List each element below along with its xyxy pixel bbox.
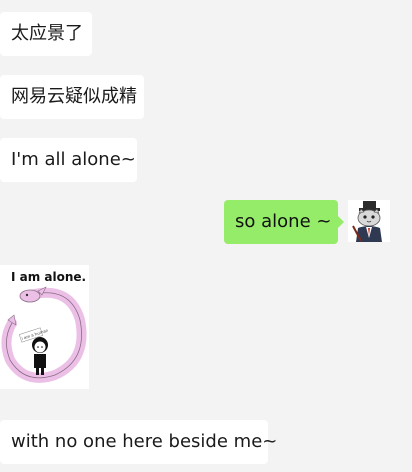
- cat-gentleman-avatar-icon: [348, 200, 390, 242]
- message-text: I'm all alone~: [11, 149, 136, 170]
- chat-message-list: 太应景了 网易云疑似成精 I'm all alone~ so alone ~ I…: [0, 0, 412, 472]
- sticker-image[interactable]: I am alone. i am a human: [0, 265, 89, 389]
- message-bubble-incoming[interactable]: 网易云疑似成精: [0, 75, 144, 119]
- message-text: so alone ~: [235, 211, 332, 232]
- message-bubble-incoming[interactable]: I'm all alone~: [0, 138, 137, 182]
- message-bubble-incoming[interactable]: 太应景了: [0, 12, 92, 56]
- message-bubble-incoming[interactable]: with no one here beside me~: [0, 420, 277, 464]
- user-avatar[interactable]: [348, 200, 390, 242]
- dragon-hugging-girl-icon: i am a human: [1, 286, 87, 383]
- message-text: 网易云疑似成精: [11, 86, 137, 107]
- message-bubble-outgoing[interactable]: so alone ~: [224, 200, 344, 244]
- message-text: with no one here beside me~: [11, 431, 278, 452]
- message-text: 太应景了: [11, 23, 83, 44]
